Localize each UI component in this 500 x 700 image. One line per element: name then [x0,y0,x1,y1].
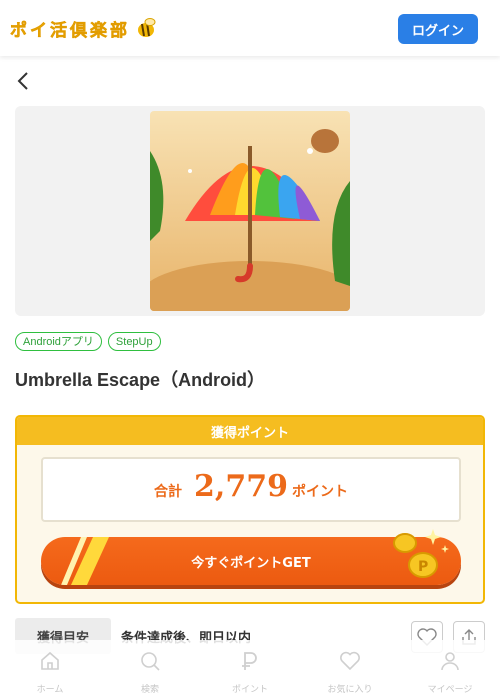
points-heading: 獲得ポイント [17,417,483,445]
total-label: 合計 [154,484,183,500]
login-button[interactable]: ログイン [398,14,478,44]
tag-stepup[interactable]: StepUp [107,332,161,351]
points-total-box: 合計 2,779 ポイント [41,457,461,522]
nav-label-mypage: マイページ [427,685,473,695]
svg-text:P: P [418,559,428,575]
points-unit: ポイント [291,484,348,500]
nav-item-points[interactable]: ポイント [200,640,300,700]
total-points-value: 2,779 [194,469,288,504]
nav-label-home: ホーム [36,685,64,695]
search-icon [141,652,160,671]
nav-item-mypage[interactable]: マイページ [400,640,500,700]
logo-text: ポイ活倶楽部 [10,20,130,41]
points-panel: 獲得ポイント 合計 2,779 ポイント 今すぐポイントGET P [15,415,485,604]
offer-title: Umbrella Escape（Android） [15,370,266,390]
nav-label-search: 検索 [140,685,159,695]
tag-android-app[interactable]: Androidアプリ [15,332,102,351]
get-points-button[interactable]: 今すぐポイントGET P [41,529,461,585]
nav-label-favorites: お気に入り [327,685,373,695]
tag-list: Androidアプリ StepUp [15,332,161,351]
nav-item-search[interactable]: 検索 [100,640,200,700]
app-icon-image [150,111,350,311]
points-icon [242,652,257,670]
site-logo[interactable]: ポイ活倶楽部 [10,15,158,41]
home-icon [41,651,59,670]
nav-item-favorites[interactable]: お気に入り [300,640,400,700]
coins-icon: P [393,529,449,578]
nav-label-points: ポイント [231,685,268,695]
back-arrow-icon[interactable] [14,70,34,92]
nav-item-home[interactable]: ホーム [0,640,100,700]
user-icon [441,652,459,671]
heart-icon [340,651,360,671]
bottom-navigation: ホーム 検索 ポイント お気に入り マイページ [0,640,500,700]
header: ポイ活倶楽部 ログイン [0,0,500,56]
bee-icon [138,18,156,37]
